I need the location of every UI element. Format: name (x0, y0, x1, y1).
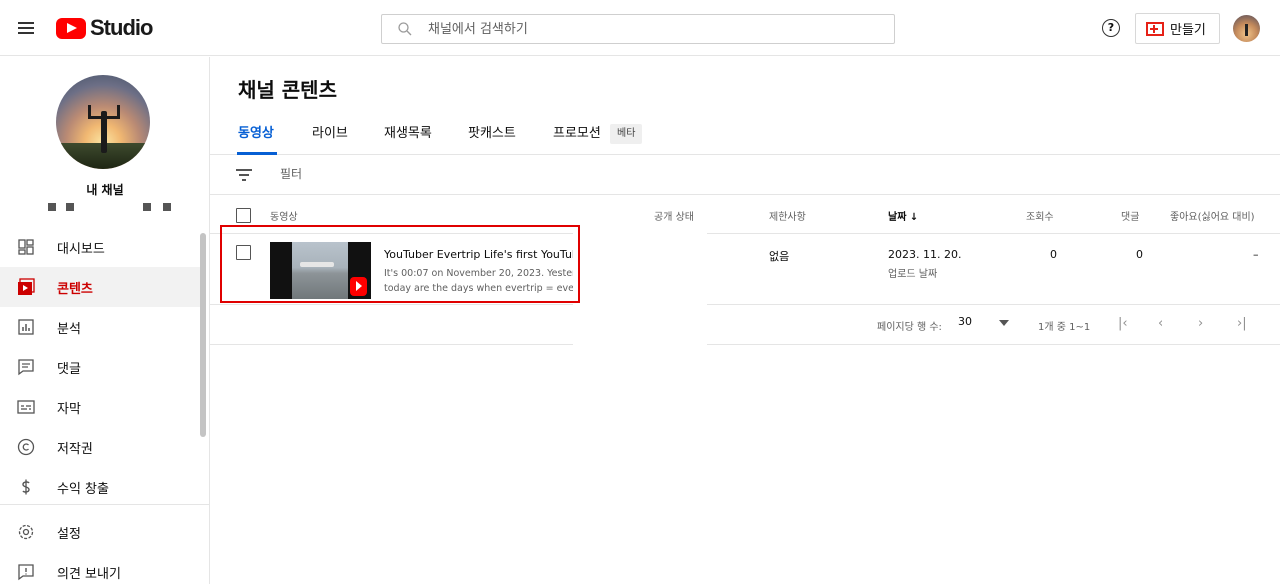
last-page-icon[interactable]: ›| (1237, 316, 1247, 331)
rows-per-page-select[interactable]: 30 (958, 315, 1010, 335)
search-input[interactable] (428, 19, 868, 39)
sort-arrow-down-icon: ↓ (909, 212, 919, 223)
sidebar-item-monetization[interactable]: 수익 창출 (0, 467, 200, 507)
video-title[interactable]: YouTuber Evertrip Life's first YouTube v… (384, 248, 574, 261)
column-header-likes[interactable]: 좋아요(싫어요 대비) (1170, 208, 1255, 223)
column-header-date[interactable]: 날짜 ↓ (888, 208, 918, 223)
occluding-blank-region (573, 225, 707, 346)
logo-text: Studio (90, 15, 153, 40)
sidebar-item-label: 분석 (57, 321, 81, 337)
sidebar-item-label: 설정 (57, 526, 81, 542)
channel-handle-redacted (163, 203, 171, 211)
comments-icon (18, 359, 34, 376)
likes-value: – (1253, 248, 1259, 261)
comments-value: 0 (1136, 248, 1143, 261)
hamburger-menu-icon[interactable] (14, 16, 38, 40)
help-icon[interactable]: ? (1102, 19, 1120, 37)
channel-handle-redacted (66, 203, 74, 211)
column-header-comments[interactable]: 댓글 (1121, 208, 1139, 223)
dollar-icon (22, 479, 30, 495)
sidebar-item-feedback[interactable]: 의견 보내기 (0, 552, 200, 584)
date-type-label: 업로드 날짜 (888, 269, 938, 280)
filter-input[interactable]: 필터 (280, 165, 302, 182)
settings-icon (18, 524, 34, 540)
sidebar-item-content[interactable]: 콘텐츠 (0, 267, 200, 307)
sidebar: 내 채널 대시보드 콘텐츠 분석 댓글 자막 저작권 수익 창출 설정 의견 보… (0, 57, 210, 584)
channel-handle-redacted (48, 203, 56, 211)
tab-playlists[interactable]: 재생목록 (384, 122, 432, 141)
sidebar-scrollbar[interactable] (200, 233, 206, 437)
content-icon (18, 278, 35, 295)
sidebar-item-comments[interactable]: 댓글 (0, 347, 200, 387)
search-box[interactable] (381, 14, 895, 44)
sidebar-item-label: 댓글 (57, 361, 81, 377)
sidebar-item-label: 콘텐츠 (57, 281, 93, 297)
filter-icon[interactable] (236, 169, 252, 181)
sidebar-item-label: 대시보드 (57, 241, 105, 257)
video-thumbnail[interactable] (270, 242, 371, 299)
sidebar-item-label: 수익 창출 (57, 481, 109, 497)
first-page-icon[interactable]: |‹ (1118, 316, 1128, 331)
content-tabs: 동영상 라이브 재생목록 팟캐스트 프로모션 베타 (210, 112, 1280, 155)
sidebar-divider (0, 504, 210, 505)
table-header: 동영상 공개 상태 제한사항 날짜 ↓ 조회수 댓글 좋아요(싫어요 대비) (210, 196, 1280, 234)
table-row[interactable]: YouTuber Evertrip Life's first YouTube v… (210, 235, 1280, 305)
sidebar-item-label: 자막 (57, 401, 81, 417)
rows-per-page-label: 페이지당 행 수: (877, 322, 942, 333)
column-header-date-label: 날짜 (888, 212, 907, 223)
next-page-icon[interactable]: › (1198, 316, 1203, 331)
search-icon (398, 22, 412, 36)
pagination-bar: 페이지당 행 수: 30 1개 중 1~1 |‹ ‹ › ›| (210, 305, 1280, 345)
video-description-line: today are the days when evertrip = everg… (384, 283, 574, 294)
video-description: It's 00:07 on November 20, 2023. Yesterd… (384, 266, 574, 296)
channel-avatar[interactable] (56, 75, 150, 169)
date-value: 2023. 11. 20. (888, 248, 962, 261)
channel-title: 내 채널 (86, 183, 124, 197)
tab-videos[interactable]: 동영상 (238, 122, 274, 141)
tab-promotions[interactable]: 프로모션 (553, 122, 601, 141)
shorts-icon (350, 277, 367, 296)
sidebar-item-settings[interactable]: 설정 (0, 512, 200, 552)
sidebar-item-subtitles[interactable]: 자막 (0, 387, 200, 427)
copyright-icon (17, 438, 35, 456)
create-button[interactable]: 만들기 (1135, 13, 1220, 44)
select-all-checkbox[interactable] (236, 208, 251, 223)
studio-logo[interactable]: Studio (56, 15, 153, 40)
youtube-play-icon (56, 17, 86, 39)
sidebar-item-label: 의견 보내기 (57, 566, 121, 582)
column-header-restrictions[interactable]: 제한사항 (769, 208, 806, 223)
create-label: 만들기 (1170, 23, 1206, 38)
column-header-video: 동영상 (270, 212, 298, 223)
column-header-views[interactable]: 조회수 (1026, 208, 1054, 223)
analytics-icon (18, 319, 34, 335)
sidebar-item-dashboard[interactable]: 대시보드 (0, 227, 200, 267)
beta-badge: 베타 (610, 124, 643, 144)
page-title: 채널 콘텐츠 (238, 78, 337, 102)
sidebar-item-copyright[interactable]: 저작권 (0, 427, 200, 467)
previous-page-icon[interactable]: ‹ (1158, 316, 1163, 331)
tab-live[interactable]: 라이브 (312, 122, 348, 141)
sidebar-item-analytics[interactable]: 분석 (0, 307, 200, 347)
feedback-icon (18, 564, 34, 581)
subtitles-icon (17, 400, 35, 414)
create-video-icon (1146, 21, 1164, 36)
account-avatar[interactable] (1233, 15, 1260, 42)
rows-per-page-value: 30 (958, 315, 972, 328)
tab-podcasts[interactable]: 팟캐스트 (468, 122, 516, 141)
filter-bar: 필터 (210, 155, 1280, 195)
page-range: 1개 중 1~1 (1038, 322, 1091, 333)
dropdown-caret-icon (999, 320, 1009, 326)
column-header-visibility[interactable]: 공개 상태 (654, 208, 694, 223)
top-header: Studio ? 만들기 (0, 0, 1280, 56)
views-value: 0 (1050, 248, 1057, 261)
sidebar-item-label: 저작권 (57, 441, 93, 457)
dashboard-icon (18, 239, 34, 255)
channel-handle-redacted (143, 203, 151, 211)
video-description-line: It's 00:07 on November 20, 2023. Yesterd… (384, 268, 574, 279)
restrictions-value: 없음 (769, 250, 790, 263)
row-checkbox[interactable] (236, 245, 251, 260)
